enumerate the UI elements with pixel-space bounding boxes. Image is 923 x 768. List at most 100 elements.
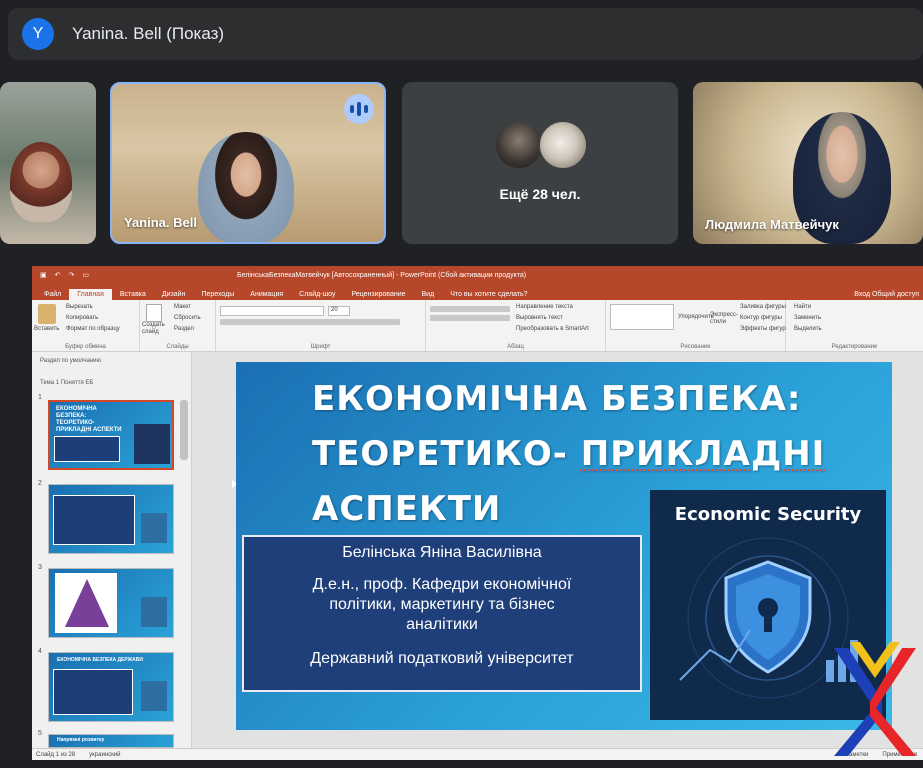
group-label: Шрифт — [310, 344, 331, 350]
thumb-number: 2 — [38, 480, 42, 487]
participant-avatars — [494, 120, 594, 172]
section-button[interactable]: Раздел — [174, 324, 201, 335]
language-indicator[interactable]: украинский — [89, 752, 120, 758]
slide-counter: Слайд 1 из 28 — [36, 751, 76, 758]
document-title: БелінськаБезпекаМатвейчук [Автосохраненн… — [237, 271, 527, 279]
paste-button[interactable]: Вставить — [34, 324, 59, 335]
thumb-shield-icon — [141, 681, 167, 711]
thumb-security-image — [134, 424, 170, 464]
participant-tile-1[interactable] — [0, 82, 96, 244]
tab-review[interactable]: Рецензирование — [343, 289, 413, 300]
slide-thumbnail-1[interactable]: ЕКОНОМІЧНА БЕЗПЕКА: ТЕОРЕТИКО-ПРИКЛАДНІ … — [48, 400, 174, 470]
thumb-number: 1 — [38, 394, 42, 401]
ppt-menu-tabs: Файл Главная Вставка Дизайн Переходы Ани… — [32, 284, 923, 300]
thumb-pyramid-panel — [55, 573, 117, 633]
signin-share[interactable]: Вход Общий доступ — [846, 289, 923, 300]
tell-me-search[interactable]: Что вы хотите сделать? — [442, 289, 535, 300]
thumb-title: Напрямні розвитку — [57, 737, 105, 743]
meet-window: Y Yanina. Bell (Показ) Yanina. Bell Ещё … — [0, 0, 923, 768]
presenter-avatar: Y — [22, 18, 54, 50]
slide-thumbnail-panel: Раздел по умолчанию Тема 1 Поняття ЕБ 1 … — [32, 352, 192, 748]
thumb-infobox — [54, 436, 120, 462]
slideshow-icon[interactable]: ▭ — [82, 271, 89, 279]
tab-transitions[interactable]: Переходы — [193, 289, 242, 300]
slide-thumbnail-3[interactable] — [48, 568, 174, 638]
tab-home[interactable]: Главная — [69, 289, 112, 300]
current-slide[interactable]: ЕКОНОМІЧНА БЕЗПЕКА: ТЕОРЕТИКО- ПРИКЛАДНІ… — [236, 362, 892, 730]
new-slide-button[interactable]: Создать слайд — [142, 322, 170, 336]
slide-thumbnail-5[interactable]: Напрямні розвитку — [48, 734, 174, 748]
shapes-gallery[interactable] — [610, 304, 674, 330]
tab-file[interactable]: Файл — [36, 289, 69, 300]
title-part: ТЕОРЕТИКО- — [312, 434, 568, 474]
section-default[interactable]: Раздел по умолчанию — [40, 358, 101, 364]
group-label: Рисование — [680, 344, 711, 350]
find-button[interactable]: Найти — [794, 302, 822, 313]
layout-button[interactable]: Макет — [174, 302, 201, 313]
ribbon-font: 20 Шрифт — [216, 300, 426, 351]
reset-button[interactable]: Сбросить — [174, 313, 201, 324]
ppt-ribbon: Вставить Вырезать Копировать Формат по о… — [32, 300, 923, 352]
participant-name: Людмила Матвейчук — [705, 217, 839, 232]
new-slide-icon[interactable] — [146, 304, 162, 322]
group-label: Слайды — [166, 344, 189, 350]
author-info-box: Белінська Яніна Василівна Д.е.н., проф. … — [242, 535, 642, 692]
cut-button[interactable]: Вырезать — [66, 302, 120, 313]
shape-fill-button[interactable]: Заливка фигуры — [740, 302, 786, 313]
smartart-button[interactable]: Преобразовать в SmartArt — [516, 324, 589, 335]
participant-tile-yanina[interactable]: Yanina. Bell — [110, 82, 386, 244]
participant-name: Yanina. Bell — [124, 215, 197, 230]
font-name-select[interactable] — [220, 306, 324, 316]
quick-styles-button[interactable]: Экспресс-стили — [710, 312, 738, 326]
redo-icon[interactable]: ↷ — [69, 271, 75, 279]
channel-logo — [834, 642, 916, 756]
tab-view[interactable]: Вид — [414, 289, 443, 300]
university-name: Державний податковий університет — [310, 650, 574, 667]
font-format-buttons[interactable] — [220, 319, 400, 325]
paste-icon[interactable] — [38, 304, 56, 324]
arrange-button[interactable]: Упорядочить — [678, 312, 714, 323]
align-text-button[interactable]: Выровнять текст — [516, 313, 589, 324]
author-position-line1: Д.е.н., проф. Кафедри економічної — [312, 576, 572, 593]
more-participants-tile[interactable]: Ещё 28 чел. — [402, 82, 678, 244]
tab-insert[interactable]: Вставка — [112, 289, 154, 300]
tab-slideshow[interactable]: Слайд-шоу — [291, 289, 343, 300]
tab-design[interactable]: Дизайн — [154, 289, 194, 300]
participant-tile-ludmila[interactable]: Людмила Матвейчук — [693, 82, 923, 244]
list-buttons[interactable] — [430, 306, 510, 312]
thumb-number: 3 — [38, 564, 42, 571]
section-topic1[interactable]: Тема 1 Поняття ЕБ — [40, 380, 93, 386]
font-size-select[interactable]: 20 — [328, 306, 350, 316]
pyramid-icon — [65, 579, 109, 627]
ppt-status-bar: Слайд 1 из 28 украинский Заметки Примеча… — [32, 748, 923, 760]
align-buttons[interactable] — [430, 315, 510, 321]
author-position-line2: політики, маркетингу та бізнес — [329, 596, 555, 613]
ribbon-paragraph: Направление текста Выровнять текст Преоб… — [426, 300, 606, 351]
slide-thumbnail-4[interactable]: ЕКОНОМІЧНА БЕЗПЕКА ДЕРЖАВИ — [48, 652, 174, 722]
thumb-textbox — [53, 669, 133, 715]
participant-avatar — [538, 120, 588, 170]
undo-icon[interactable]: ↶ — [55, 271, 61, 279]
thumbnail-scrollbar[interactable] — [180, 400, 188, 460]
speaking-indicator-icon — [344, 94, 374, 124]
ppt-workspace: Раздел по умолчанию Тема 1 Поняття ЕБ 1 … — [32, 352, 923, 748]
tab-animation[interactable]: Анимация — [242, 289, 291, 300]
shape-outline-button[interactable]: Контур фигуры — [740, 313, 786, 324]
copy-button[interactable]: Копировать — [66, 313, 120, 324]
thumb-title: ЕКОНОМІЧНА БЕЗПЕКА ДЕРЖАВИ — [57, 657, 143, 663]
replace-button[interactable]: Заменить — [794, 313, 822, 324]
shared-screen-powerpoint: ▣ ↶ ↷ ▭ БелінськаБезпекаМатвейчук [Автос… — [32, 266, 923, 760]
presenter-bar: Y Yanina. Bell (Показ) — [8, 8, 923, 60]
group-label: Редактирование — [831, 344, 878, 350]
author-name: Белінська Яніна Василівна — [342, 544, 542, 561]
title-part-underlined: ПРИКЛАДНІ — [580, 434, 826, 474]
slide-thumbnail-2[interactable] — [48, 484, 174, 554]
author-position-line3: аналітики — [406, 616, 478, 633]
thumb-number: 5 — [38, 730, 42, 737]
text-direction-button[interactable]: Направление текста — [516, 302, 589, 313]
select-button[interactable]: Выделить — [794, 324, 822, 335]
format-painter-button[interactable]: Формат по образцу — [66, 324, 120, 335]
shape-effects-button[interactable]: Эффекты фигур — [740, 324, 786, 335]
save-icon[interactable]: ▣ — [40, 271, 47, 279]
group-label: Буфер обмена — [65, 344, 106, 350]
